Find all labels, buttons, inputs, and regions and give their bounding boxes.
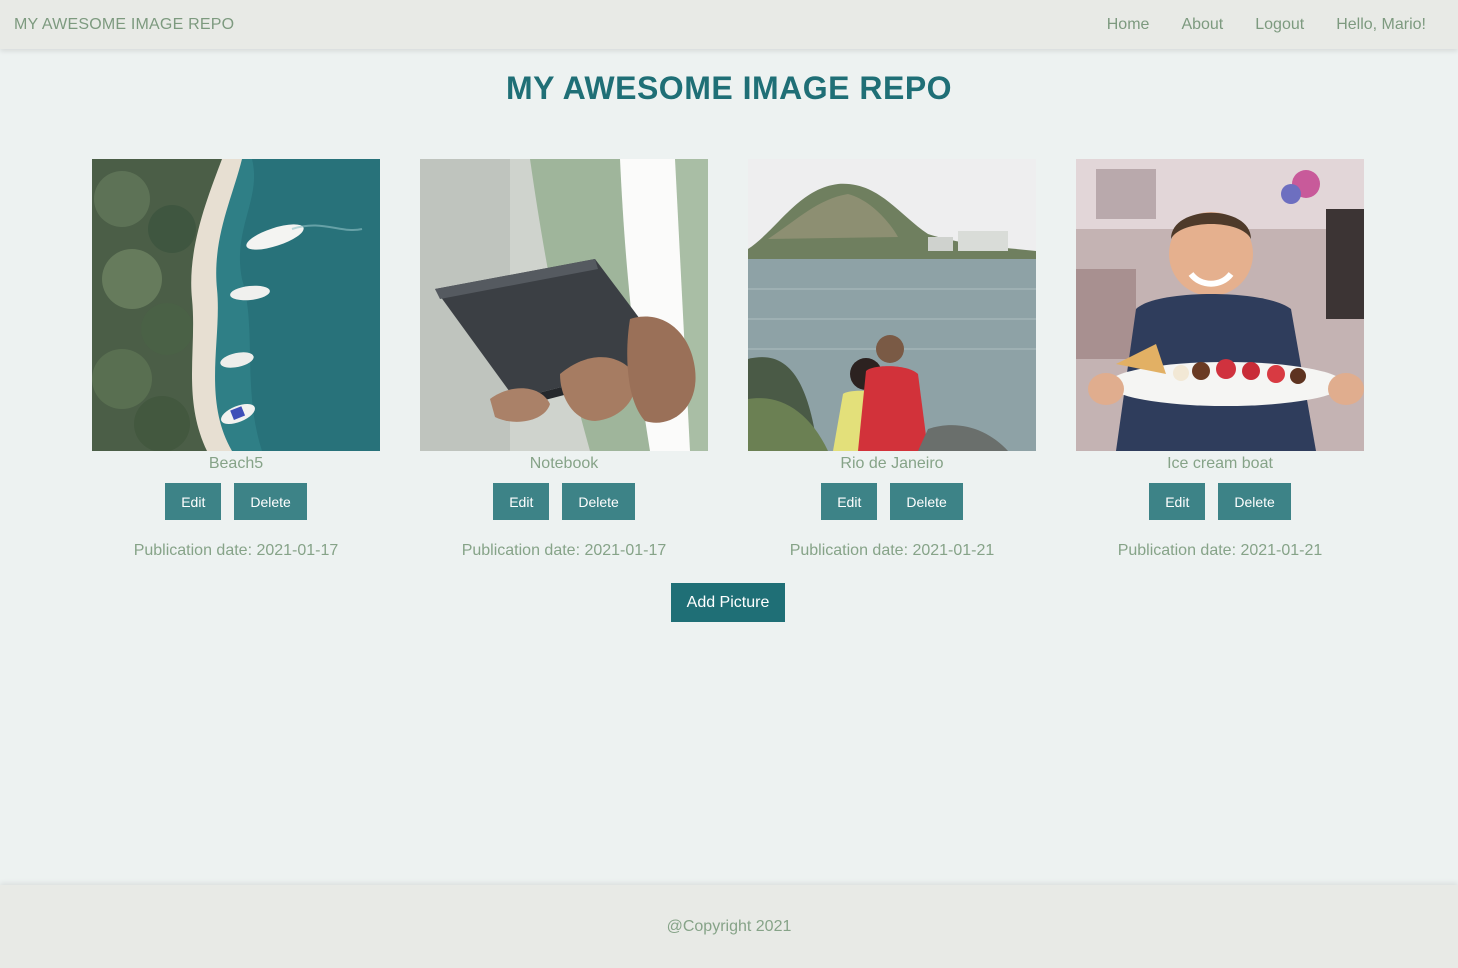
image-notebook[interactable] [420, 159, 708, 451]
image-card-ice-cream-boat: Ice cream boat Edit Delete Publication d… [1076, 159, 1364, 560]
image-title: Beach5 [208, 455, 264, 472]
edit-button[interactable]: Edit [165, 483, 222, 520]
image-ice-cream-boat[interactable] [1076, 159, 1364, 451]
nav-link-about[interactable]: About [1181, 16, 1223, 34]
nav-link-logout[interactable]: Logout [1255, 16, 1304, 34]
publication-date: Publication date: 2021-01-21 [1117, 542, 1323, 559]
copyright-text: @Copyright 2021 [666, 917, 792, 935]
brand-link[interactable]: MY AWESOME IMAGE REPO [14, 16, 234, 34]
image-beach-aerial[interactable] [92, 159, 380, 451]
delete-button[interactable]: Delete [890, 483, 963, 520]
image-card-beach5: Beach5 Edit Delete Publication date: 202… [92, 159, 380, 560]
edit-button[interactable]: Edit [1149, 483, 1206, 520]
edit-button[interactable]: Edit [821, 483, 878, 520]
publication-date: Publication date: 2021-01-17 [461, 542, 667, 559]
card-actions: Edit Delete [165, 483, 307, 520]
beach-aerial-illustration [92, 159, 380, 451]
image-title: Notebook [529, 455, 599, 472]
page-title: MY AWESOME IMAGE REPO [505, 70, 953, 106]
publication-date: Publication date: 2021-01-17 [133, 542, 339, 559]
add-picture-button[interactable]: Add Picture [671, 583, 785, 622]
image-gallery: Beach5 Edit Delete Publication date: 202… [92, 159, 1364, 560]
rio-de-janeiro-illustration [748, 159, 1036, 451]
delete-button[interactable]: Delete [1218, 483, 1291, 520]
image-card-notebook: Notebook Edit Delete Publication date: 2… [420, 159, 708, 560]
card-actions: Edit Delete [821, 483, 963, 520]
image-rio-de-janeiro[interactable] [748, 159, 1036, 451]
delete-button[interactable]: Delete [234, 483, 307, 520]
ice-cream-boat-illustration [1076, 159, 1364, 451]
image-card-rio-de-janeiro: Rio de Janeiro Edit Delete Publication d… [748, 159, 1036, 560]
image-title: Ice cream boat [1167, 455, 1273, 472]
edit-button[interactable]: Edit [493, 483, 550, 520]
nav-user-greeting[interactable]: Hello, Mario! [1336, 16, 1426, 34]
navbar: MY AWESOME IMAGE REPO Home About Logout … [0, 0, 1458, 49]
nav-links: Home About Logout Hello, Mario! [1107, 16, 1444, 34]
card-actions: Edit Delete [493, 483, 635, 520]
image-title: Rio de Janeiro [840, 455, 944, 472]
delete-button[interactable]: Delete [562, 483, 635, 520]
publication-date: Publication date: 2021-01-21 [789, 542, 995, 559]
card-actions: Edit Delete [1149, 483, 1291, 520]
notebook-illustration [420, 159, 708, 451]
footer: @Copyright 2021 [0, 885, 1458, 968]
nav-link-home[interactable]: Home [1107, 16, 1150, 34]
